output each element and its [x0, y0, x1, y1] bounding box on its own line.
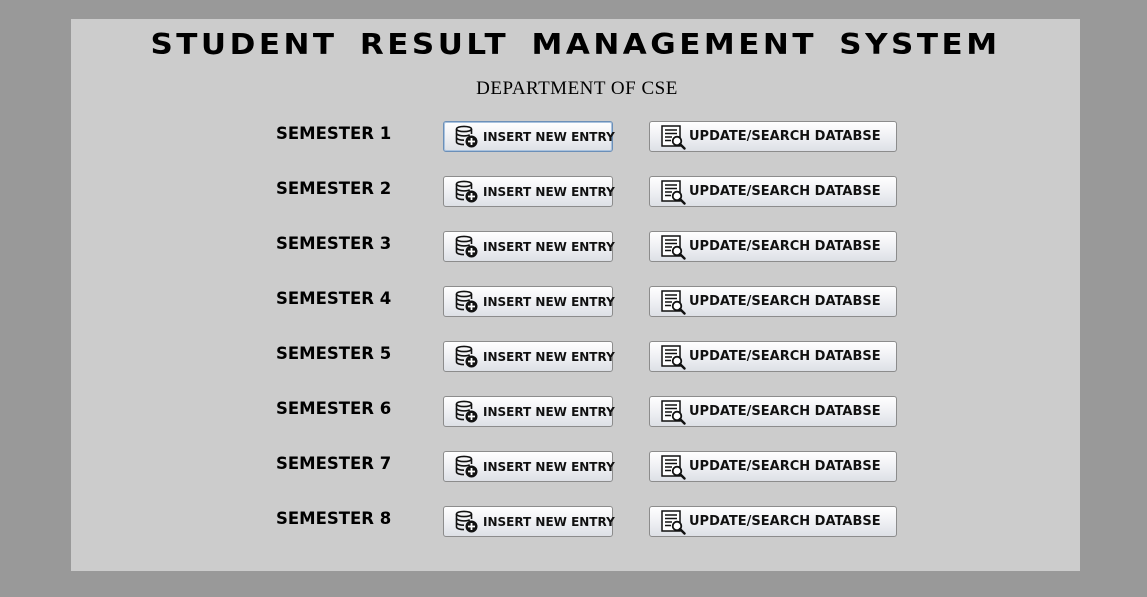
update-button-label: UPDATE/SEARCH DATABSE [689, 184, 881, 199]
database-search-icon [660, 454, 686, 480]
update-search-database-button[interactable]: UPDATE/SEARCH DATABSE [649, 286, 897, 317]
database-search-icon [660, 399, 686, 425]
database-search-icon [660, 234, 686, 260]
insert-button-label: INSERT NEW ENTRY [483, 294, 615, 309]
insert-button-label: INSERT NEW ENTRY [483, 184, 615, 199]
semester-label: SEMESTER 2 [276, 179, 392, 198]
database-add-icon [454, 399, 480, 425]
database-add-icon [454, 124, 480, 150]
database-search-icon [660, 179, 686, 205]
semester-label: SEMESTER 1 [276, 124, 392, 143]
semester-row-7: SEMESTER 7 INSERT NEW ENTRY UPDATE/SEARC… [71, 450, 1080, 484]
update-button-label: UPDATE/SEARCH DATABSE [689, 404, 881, 419]
update-search-database-button[interactable]: UPDATE/SEARCH DATABSE [649, 231, 897, 262]
database-add-icon [454, 289, 480, 315]
database-add-icon [454, 509, 480, 535]
insert-button-label: INSERT NEW ENTRY [483, 459, 615, 474]
department-subtitle: DEPARTMENT OF CSE [476, 78, 678, 99]
insert-new-entry-button[interactable]: INSERT NEW ENTRY [443, 121, 615, 152]
semester-row-6: SEMESTER 6 INSERT NEW ENTRY UPDATE/SEARC… [71, 395, 1080, 429]
insert-new-entry-button[interactable]: INSERT NEW ENTRY [443, 451, 615, 482]
update-search-database-button[interactable]: UPDATE/SEARCH DATABSE [649, 451, 897, 482]
semester-label: SEMESTER 3 [276, 234, 392, 253]
insert-button-label: INSERT NEW ENTRY [483, 404, 615, 419]
semester-label: SEMESTER 8 [276, 509, 392, 528]
semester-row-8: SEMESTER 8 INSERT NEW ENTRY UPDATE/SEARC… [71, 505, 1080, 539]
update-search-database-button[interactable]: UPDATE/SEARCH DATABSE [649, 506, 897, 537]
database-add-icon [454, 454, 480, 480]
insert-button-label: INSERT NEW ENTRY [483, 239, 615, 254]
semester-row-1: SEMESTER 1 INSERT NEW ENTRY UPDATE/SEARC… [71, 120, 1080, 154]
insert-button-label: INSERT NEW ENTRY [483, 129, 615, 144]
update-button-label: UPDATE/SEARCH DATABSE [689, 239, 881, 254]
semester-label: SEMESTER 6 [276, 399, 392, 418]
insert-new-entry-button[interactable]: INSERT NEW ENTRY [443, 506, 615, 537]
insert-new-entry-button[interactable]: INSERT NEW ENTRY [443, 286, 615, 317]
insert-new-entry-button[interactable]: INSERT NEW ENTRY [443, 396, 615, 427]
update-search-database-button[interactable]: UPDATE/SEARCH DATABSE [649, 341, 897, 372]
insert-new-entry-button[interactable]: INSERT NEW ENTRY [443, 231, 615, 262]
semester-label: SEMESTER 7 [276, 454, 392, 473]
update-button-label: UPDATE/SEARCH DATABSE [689, 514, 881, 529]
app-title: STUDENT RESULT MANAGEMENT SYSTEM [150, 28, 1001, 62]
update-button-label: UPDATE/SEARCH DATABSE [689, 459, 881, 474]
database-search-icon [660, 289, 686, 315]
semester-row-4: SEMESTER 4 INSERT NEW ENTRY UPDATE/SEARC… [71, 285, 1080, 319]
database-search-icon [660, 509, 686, 535]
semester-row-2: SEMESTER 2 INSERT NEW ENTRY UPDATE/SEARC… [71, 175, 1080, 209]
semester-row-3: SEMESTER 3 INSERT NEW ENTRY UPDATE/SEARC… [71, 230, 1080, 264]
semester-row-5: SEMESTER 5 INSERT NEW ENTRY UPDATE/SEARC… [71, 340, 1080, 374]
insert-new-entry-button[interactable]: INSERT NEW ENTRY [443, 341, 615, 372]
semester-label: SEMESTER 4 [276, 289, 392, 308]
database-add-icon [454, 179, 480, 205]
update-search-database-button[interactable]: UPDATE/SEARCH DATABSE [649, 396, 897, 427]
update-button-label: UPDATE/SEARCH DATABSE [689, 129, 881, 144]
main-panel: STUDENT RESULT MANAGEMENT SYSTEM DEPARTM… [71, 19, 1080, 571]
update-search-database-button[interactable]: UPDATE/SEARCH DATABSE [649, 121, 897, 152]
database-add-icon [454, 234, 480, 260]
insert-new-entry-button[interactable]: INSERT NEW ENTRY [443, 176, 615, 207]
database-search-icon [660, 124, 686, 150]
database-search-icon [660, 344, 686, 370]
update-button-label: UPDATE/SEARCH DATABSE [689, 294, 881, 309]
insert-button-label: INSERT NEW ENTRY [483, 349, 615, 364]
update-button-label: UPDATE/SEARCH DATABSE [689, 349, 881, 364]
database-add-icon [454, 344, 480, 370]
insert-button-label: INSERT NEW ENTRY [483, 514, 615, 529]
semester-label: SEMESTER 5 [276, 344, 392, 363]
update-search-database-button[interactable]: UPDATE/SEARCH DATABSE [649, 176, 897, 207]
